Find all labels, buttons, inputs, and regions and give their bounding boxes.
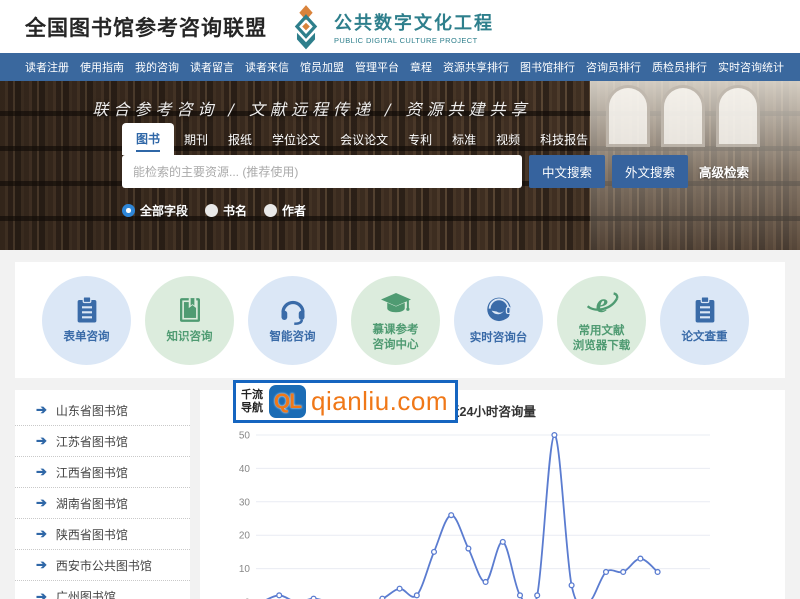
clipboard-icon — [690, 295, 720, 325]
project-logo-icon — [287, 4, 325, 50]
book-icon — [175, 295, 205, 325]
arrow-icon: ➔ — [36, 495, 47, 511]
field-option-all[interactable]: 全部字段 — [122, 202, 188, 219]
tab-theses[interactable]: 学位论文 — [262, 125, 330, 155]
arrow-icon: ➔ — [36, 402, 47, 418]
field-option-author[interactable]: 作者 — [264, 202, 306, 219]
search-panel: 图书 期刊 报纸 学位论文 会议论文 专利 标准 视频 科技报告 中文搜索 外文… — [122, 123, 749, 219]
content-row: ➔ 山东省图书馆 ➔ 江苏省图书馆 ➔ 江西省图书馆 ➔ 湖南省图书馆 ➔ 陕西… — [15, 390, 785, 599]
service-knowledge-consult[interactable]: 知识咨询 — [145, 276, 234, 365]
arrow-icon: ➔ — [36, 557, 47, 573]
nav-item-user-guide[interactable]: 使用指南 — [80, 59, 124, 75]
qianliu-watermark-badge[interactable]: 千流 导航 QL qianliu.com — [233, 380, 458, 423]
search-field-options: 全部字段 书名 作者 — [122, 202, 749, 219]
project-name-cn: 公共数字文化工程 — [334, 9, 494, 35]
nav-item-realtime-stats[interactable]: 实时咨询统计 — [718, 59, 784, 75]
tab-newspapers[interactable]: 报纸 — [218, 125, 262, 155]
sidebar-item-xian-public-library[interactable]: ➔ 西安市公共图书馆 — [15, 550, 190, 581]
arrow-icon: ➔ — [36, 526, 47, 542]
svg-text:50: 50 — [239, 431, 251, 442]
foreign-search-button[interactable]: 外文搜索 — [612, 155, 688, 188]
arrow-icon: ➔ — [36, 464, 47, 480]
service-document-browser-download[interactable]: e 常用文献 浏览器下载 — [557, 276, 646, 365]
library-sidebar: ➔ 山东省图书馆 ➔ 江苏省图书馆 ➔ 江西省图书馆 ➔ 湖南省图书馆 ➔ 陕西… — [15, 390, 190, 599]
nav-item-resource-share-rank[interactable]: 资源共享排行 — [443, 59, 509, 75]
support-agent-icon — [483, 294, 515, 326]
svg-text:30: 30 — [239, 497, 251, 508]
project-name-en: PUBLIC DIGITAL CULTURE PROJECT — [334, 36, 494, 45]
search-input[interactable] — [122, 155, 522, 188]
sidebar-item-hunan-library[interactable]: ➔ 湖南省图书馆 — [15, 488, 190, 519]
tab-tech-reports[interactable]: 科技报告 — [530, 125, 598, 155]
service-smart-consult[interactable]: 智能咨询 — [248, 276, 337, 365]
tab-conference-papers[interactable]: 会议论文 — [330, 125, 398, 155]
radio-icon — [205, 204, 218, 217]
watermark-domain: qianliu.com — [311, 386, 448, 417]
tab-patents[interactable]: 专利 — [398, 125, 442, 155]
nav-item-my-consult[interactable]: 我的咨询 — [135, 59, 179, 75]
service-form-consult[interactable]: 表单咨询 — [42, 276, 131, 365]
chinese-search-button[interactable]: 中文搜索 — [529, 155, 605, 188]
project-name: 公共数字文化工程 PUBLIC DIGITAL CULTURE PROJECT — [334, 9, 494, 45]
consult-chart-card: 千流 导航 QL qianliu.com 近24小时咨询量 0102030405… — [200, 390, 785, 599]
header: 全国图书馆参考咨询联盟 公共数字文化工程 PUBLIC DIGITAL CULT… — [0, 0, 800, 53]
svg-text:40: 40 — [239, 464, 251, 475]
field-option-title[interactable]: 书名 — [205, 202, 247, 219]
radio-selected-icon — [122, 204, 135, 217]
advanced-search-link[interactable]: 高级检索 — [699, 162, 749, 181]
nav-item-inspector-rank[interactable]: 质检员排行 — [652, 59, 707, 75]
hero-banner: 联合参考咨询 / 文献远程传递 / 资源共建共享 图书 期刊 报纸 学位论文 会… — [0, 81, 800, 250]
arrow-icon: ➔ — [36, 433, 47, 449]
radio-icon — [264, 204, 277, 217]
tab-journals[interactable]: 期刊 — [174, 125, 218, 155]
svg-text:20: 20 — [239, 531, 251, 542]
nav-item-consultant-rank[interactable]: 咨询员排行 — [586, 59, 641, 75]
nav-item-librarian-join[interactable]: 馆员加盟 — [300, 59, 344, 75]
arrow-icon: ➔ — [36, 589, 47, 599]
service-mooc-reference-center[interactable]: 慕课参考 咨询中心 — [351, 276, 440, 365]
sidebar-item-jiangsu-library[interactable]: ➔ 江苏省图书馆 — [15, 426, 190, 457]
service-paper-plagiarism-check[interactable]: 论文查重 — [660, 276, 749, 365]
nav-item-admin-platform[interactable]: 管理平台 — [355, 59, 399, 75]
tab-books[interactable]: 图书 — [122, 123, 174, 155]
sidebar-item-guangzhou-library[interactable]: ➔ 广州图书馆 — [15, 581, 190, 599]
svg-text:10: 10 — [239, 564, 251, 575]
main-nav: 读者注册 使用指南 我的咨询 读者留言 读者来信 馆员加盟 管理平台 章程 资源… — [0, 53, 800, 81]
site-title: 全国图书馆参考咨询联盟 — [25, 12, 267, 42]
nav-item-library-rank[interactable]: 图书馆排行 — [520, 59, 575, 75]
tab-standards[interactable]: 标准 — [442, 125, 486, 155]
sidebar-item-shandong-library[interactable]: ➔ 山东省图书馆 — [15, 395, 190, 426]
service-realtime-consult-desk[interactable]: 实时咨询台 — [454, 276, 543, 365]
search-row: 中文搜索 外文搜索 高级检索 — [122, 155, 749, 188]
sidebar-item-shaanxi-library[interactable]: ➔ 陕西省图书馆 — [15, 519, 190, 550]
nav-item-reader-message[interactable]: 读者留言 — [190, 59, 234, 75]
services-panel: 表单咨询 知识咨询 智能咨询 慕课参考 咨询中心 — [15, 262, 785, 378]
headset-icon — [277, 295, 309, 325]
watermark-name: 千流 导航 — [241, 389, 263, 414]
tab-videos[interactable]: 视频 — [486, 125, 530, 155]
watermark-ql-logo-icon: QL — [269, 385, 306, 418]
clipboard-icon — [72, 295, 102, 325]
hero-tagline: 联合参考咨询 / 文献远程传递 / 资源共建共享 — [0, 96, 624, 120]
nav-item-reader-register[interactable]: 读者注册 — [25, 59, 69, 75]
svg-text:e: e — [595, 288, 607, 318]
nav-item-charter[interactable]: 章程 — [410, 59, 432, 75]
graduation-cap-icon — [379, 288, 413, 318]
nav-item-reader-letter[interactable]: 读者来信 — [245, 59, 289, 75]
sidebar-item-jiangxi-library[interactable]: ➔ 江西省图书馆 — [15, 457, 190, 488]
resource-tabs: 图书 期刊 报纸 学位论文 会议论文 专利 标准 视频 科技报告 — [122, 123, 749, 155]
browser-e-icon: e — [585, 287, 619, 319]
